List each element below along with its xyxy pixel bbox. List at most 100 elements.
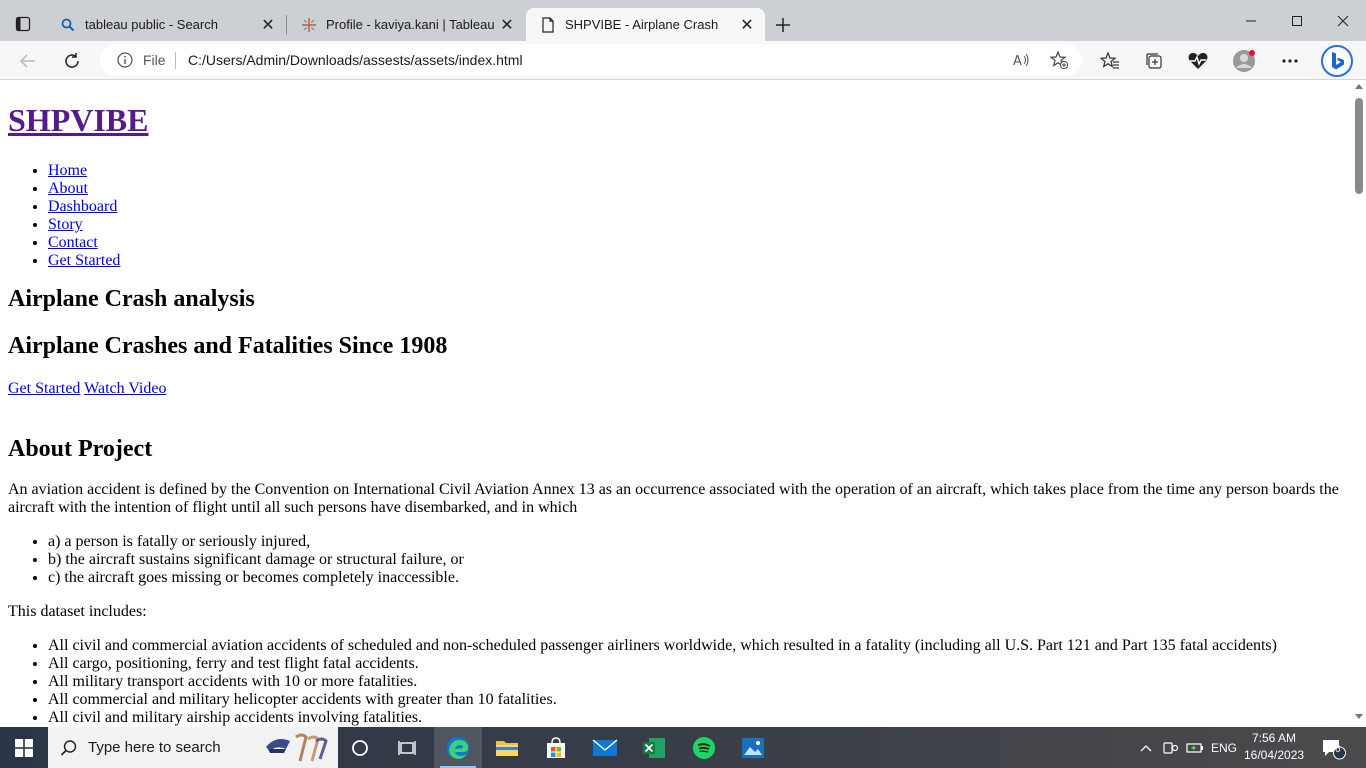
minimize-icon bbox=[1246, 20, 1256, 22]
nav-link-story[interactable]: Story bbox=[48, 216, 83, 233]
close-tab-icon[interactable]: ✕ bbox=[739, 17, 755, 34]
bing-icon bbox=[1321, 45, 1353, 77]
settings-more-button[interactable] bbox=[1278, 49, 1302, 73]
notification-center-button[interactable]: 6 bbox=[1316, 727, 1352, 768]
dataset-intro: This dataset includes: bbox=[8, 603, 147, 620]
watch-video-link[interactable]: Watch Video bbox=[84, 380, 166, 397]
windows-logo-icon bbox=[15, 738, 33, 757]
add-favorite-icon[interactable] bbox=[1049, 50, 1069, 70]
tab-shpvibe[interactable]: SHPVIBE - Airplane Crash ✕ bbox=[526, 8, 765, 41]
search-icon bbox=[60, 17, 76, 33]
more-dots-icon bbox=[1282, 59, 1298, 63]
nav-link-about[interactable]: About bbox=[48, 180, 88, 197]
maximize-button[interactable] bbox=[1274, 6, 1320, 36]
close-tab-icon[interactable]: ✕ bbox=[260, 17, 276, 34]
battery-tray-button[interactable] bbox=[1184, 727, 1206, 768]
clock-date: 16/04/2023 bbox=[1244, 748, 1305, 762]
system-clock[interactable]: 7:56 AM 16/04/2023 bbox=[1244, 730, 1304, 764]
tab-tableau-profile[interactable]: Profile - kaviya.kani | Tableau Pub ✕ bbox=[287, 8, 525, 41]
nav-item-home: Home bbox=[48, 162, 1344, 180]
taskbar-mail[interactable] bbox=[581, 727, 629, 768]
taskbar-spotify[interactable] bbox=[680, 727, 728, 768]
close-window-button[interactable] bbox=[1320, 6, 1366, 36]
scrollbar-thumb[interactable] bbox=[1355, 98, 1363, 194]
close-tab-icon[interactable]: ✕ bbox=[499, 17, 515, 34]
chevron-up-icon bbox=[1140, 744, 1152, 751]
taskbar-photos[interactable] bbox=[729, 727, 777, 768]
site-brand: SHPVIBE bbox=[8, 104, 1344, 136]
hero-actions: Get Started Watch Video bbox=[8, 380, 1344, 398]
device-tray-button[interactable] bbox=[1160, 727, 1182, 768]
list-item: All commercial and military helicopter a… bbox=[48, 691, 1344, 709]
nav-link-get-started[interactable]: Get Started bbox=[48, 252, 120, 269]
favorites-icon bbox=[1100, 51, 1119, 69]
nav-link-dashboard[interactable]: Dashboard bbox=[48, 198, 117, 215]
read-aloud-icon[interactable]: A bbox=[1012, 50, 1032, 70]
address-divider bbox=[175, 52, 176, 69]
refresh-button[interactable] bbox=[57, 46, 87, 76]
photos-icon bbox=[742, 737, 764, 758]
taskbar-search-box[interactable]: Type here to search bbox=[48, 727, 338, 768]
cortana-button[interactable] bbox=[336, 727, 384, 768]
plus-icon bbox=[776, 18, 790, 32]
browser-essentials-button[interactable] bbox=[1186, 49, 1210, 73]
url-text[interactable]: C:/Users/Admin/Downloads/assests/assets/… bbox=[188, 52, 523, 68]
nav-link-contact[interactable]: Contact bbox=[48, 234, 98, 251]
tab-actions-icon bbox=[15, 16, 31, 32]
spotify-icon bbox=[693, 736, 715, 759]
search-highlight-icon bbox=[266, 733, 328, 762]
taskbar-edge[interactable] bbox=[434, 727, 482, 768]
show-hidden-icons-button[interactable] bbox=[1136, 727, 1156, 768]
edge-icon bbox=[447, 736, 469, 759]
start-button[interactable] bbox=[0, 727, 48, 768]
excel-icon bbox=[643, 737, 665, 758]
task-view-button[interactable] bbox=[384, 727, 432, 768]
address-bar[interactable]: File C:/Users/Admin/Downloads/assests/as… bbox=[100, 44, 1082, 76]
task-view-icon bbox=[398, 740, 416, 755]
language-indicator[interactable]: ENG bbox=[1208, 727, 1240, 768]
device-icon bbox=[1163, 741, 1179, 754]
scroll-up-arrow-icon[interactable] bbox=[1355, 84, 1363, 89]
tab-search[interactable]: tableau public - Search ✕ bbox=[46, 8, 286, 41]
bing-chat-button[interactable] bbox=[1321, 45, 1353, 77]
svg-text:A: A bbox=[1013, 54, 1022, 68]
favorites-button[interactable] bbox=[1098, 49, 1122, 73]
list-item: All cargo, positioning, ferry and test f… bbox=[48, 655, 1344, 673]
page-icon bbox=[540, 16, 556, 33]
notification-icon bbox=[1323, 739, 1346, 759]
brand-link[interactable]: SHPVIBE bbox=[8, 102, 148, 138]
cortana-circle-icon bbox=[352, 739, 368, 756]
minimize-button[interactable] bbox=[1228, 6, 1274, 36]
browser-toolbar: File C:/Users/Admin/Downloads/assests/as… bbox=[0, 41, 1366, 80]
avatar-icon bbox=[1233, 50, 1255, 72]
tab-title: SHPVIBE - Airplane Crash bbox=[565, 17, 719, 32]
nav-item-about: About bbox=[48, 180, 1344, 198]
nav-link-home[interactable]: Home bbox=[48, 162, 87, 179]
get-started-link[interactable]: Get Started bbox=[8, 380, 80, 397]
refresh-icon bbox=[65, 53, 79, 68]
hero-subtitle: Airplane Crashes and Fatalities Since 19… bbox=[8, 333, 448, 359]
heart-pulse-icon bbox=[1188, 52, 1208, 69]
collections-button[interactable] bbox=[1142, 49, 1166, 73]
nav-item-get-started: Get Started bbox=[48, 252, 1344, 270]
close-icon bbox=[1337, 15, 1349, 27]
back-button[interactable] bbox=[13, 46, 43, 76]
page-scrollbar[interactable] bbox=[1352, 80, 1366, 727]
about-paragraph: An aviation accident is defined by the C… bbox=[8, 481, 1339, 516]
new-tab-button[interactable] bbox=[770, 12, 796, 38]
nav-item-dashboard: Dashboard bbox=[48, 198, 1344, 216]
list-item: a) a person is fatally or seriously inju… bbox=[48, 533, 1344, 551]
scroll-down-arrow-icon[interactable] bbox=[1355, 714, 1363, 719]
tableau-icon bbox=[301, 17, 317, 33]
info-icon[interactable] bbox=[117, 52, 133, 68]
page-viewport: SHPVIBE Home About Dashboard Story Conta… bbox=[0, 80, 1352, 727]
taskbar-excel[interactable] bbox=[630, 727, 678, 768]
profile-button[interactable] bbox=[1232, 49, 1256, 73]
back-arrow-icon bbox=[19, 54, 35, 68]
tab-actions-button[interactable] bbox=[8, 10, 38, 38]
main-nav: Home About Dashboard Story Contact Get S… bbox=[8, 162, 1344, 270]
clock-time: 7:56 AM bbox=[1251, 731, 1297, 745]
taskbar-store[interactable] bbox=[532, 727, 580, 768]
list-item: b) the aircraft sustains significant dam… bbox=[48, 551, 1344, 569]
taskbar-file-explorer[interactable] bbox=[483, 727, 531, 768]
